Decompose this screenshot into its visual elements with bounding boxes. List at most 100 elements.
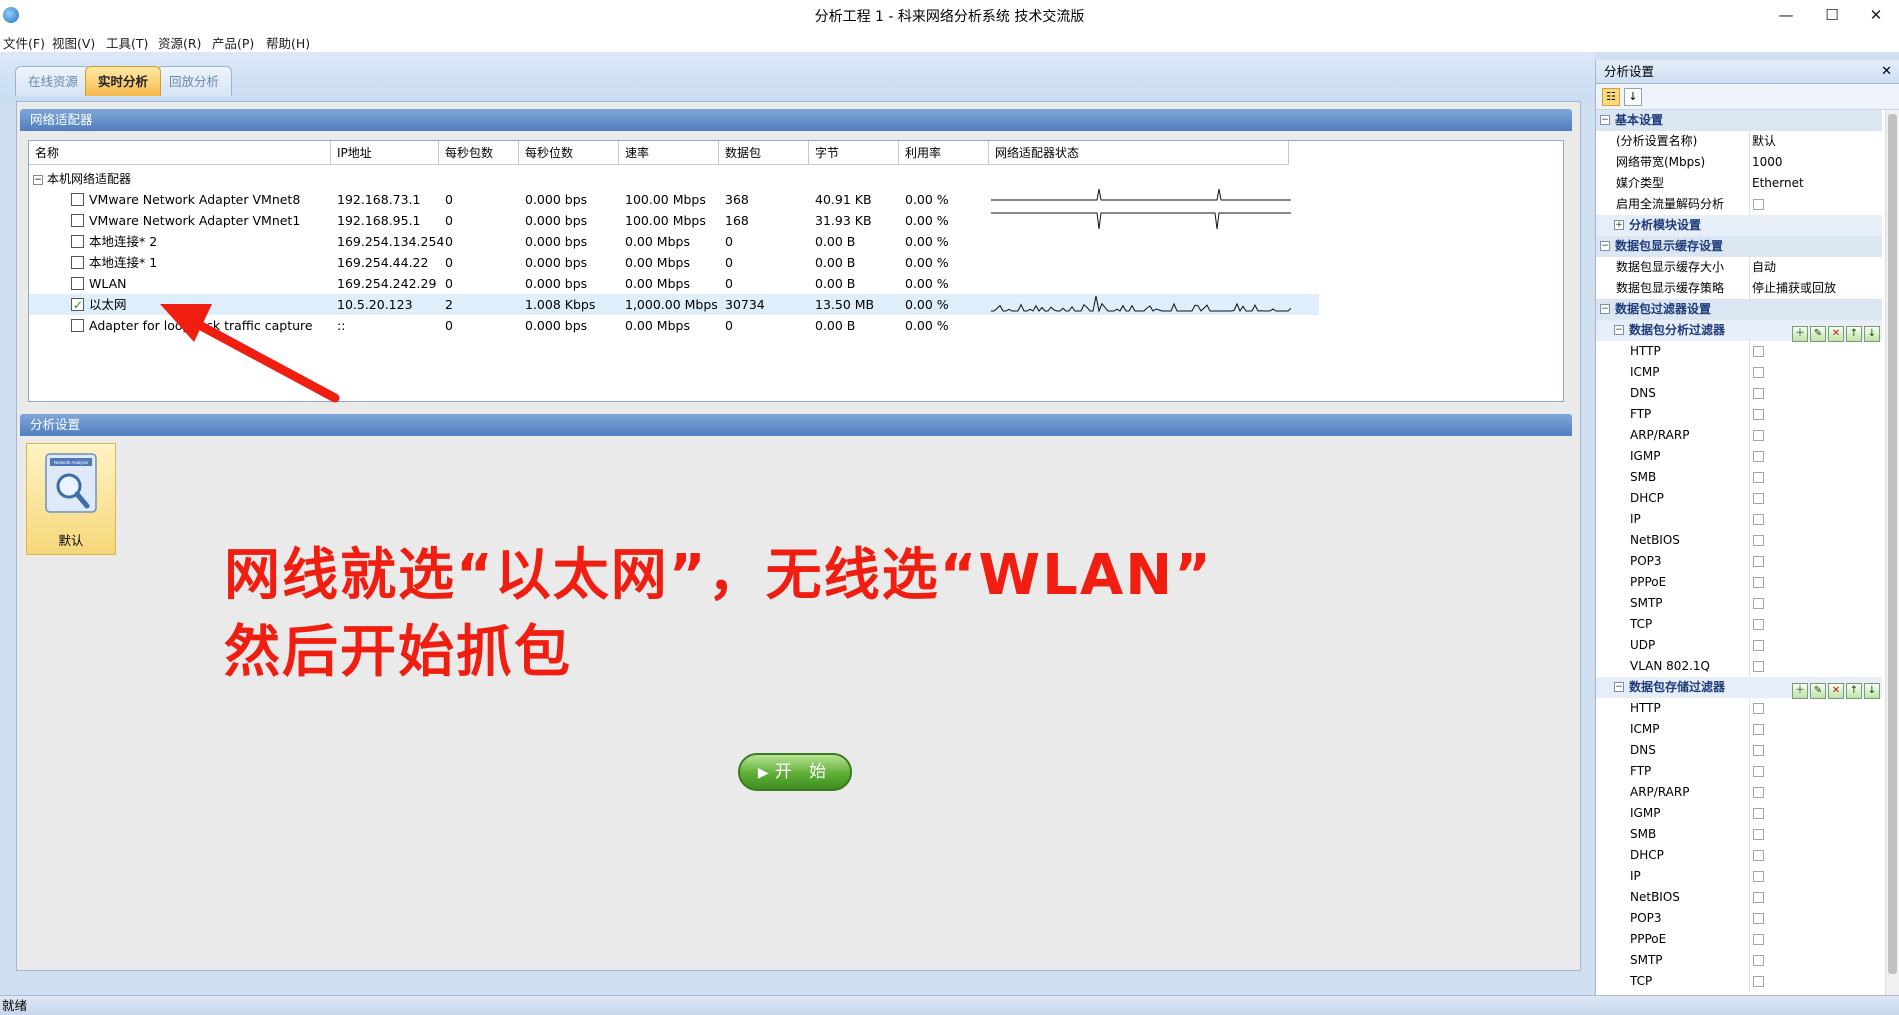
property-value[interactable]: 1000	[1752, 152, 1783, 173]
column-header-bps[interactable]: 每秒位数	[519, 141, 619, 165]
collapse-icon[interactable]: −	[1600, 241, 1610, 251]
edit-filter-icon[interactable]: ✎	[1810, 326, 1826, 342]
filter-row[interactable]: ICMP	[1596, 362, 1882, 383]
column-header-utilization[interactable]: 利用率	[899, 141, 989, 165]
side-panel-scrollbar[interactable]	[1885, 110, 1899, 995]
category-packet-filters[interactable]: − 数据包过滤器设置	[1596, 299, 1882, 320]
property-checkbox[interactable]	[1753, 514, 1764, 525]
filter-row[interactable]: IGMP	[1596, 803, 1882, 824]
property-checkbox[interactable]	[1753, 430, 1764, 441]
property-checkbox[interactable]	[1753, 451, 1764, 462]
adapter-row[interactable]: VMware Network Adapter VMnet1 192.168.95.…	[29, 210, 1319, 231]
tab-online-resources[interactable]: 在线资源	[15, 66, 92, 96]
collapse-icon[interactable]: −	[1600, 304, 1610, 314]
add-filter-icon[interactable]: ＋	[1792, 326, 1808, 342]
filter-row[interactable]: FTP	[1596, 404, 1882, 425]
property-row[interactable]: 媒介类型 Ethernet	[1596, 173, 1882, 194]
filter-row[interactable]: TCP	[1596, 614, 1882, 635]
property-checkbox[interactable]	[1753, 724, 1764, 735]
delete-filter-icon[interactable]: ✕	[1828, 326, 1844, 342]
expand-icon[interactable]: +	[1614, 220, 1624, 230]
menu-help[interactable]: 帮助(H)	[266, 33, 310, 52]
menu-tools[interactable]: 工具(T)	[106, 33, 148, 52]
side-panel-close-icon[interactable]: ✕	[1881, 60, 1892, 84]
property-checkbox[interactable]	[1753, 409, 1764, 420]
property-row[interactable]: 数据包显示缓存大小 自动	[1596, 257, 1882, 278]
property-checkbox[interactable]	[1753, 577, 1764, 588]
adapter-group[interactable]: − 本机网络适配器	[33, 169, 131, 189]
property-checkbox[interactable]	[1753, 808, 1764, 819]
profile-default[interactable]: Network Analysis 默认	[26, 443, 116, 555]
filter-row[interactable]: ARP/RARP	[1596, 782, 1882, 803]
export-filter-icon[interactable]: ↓	[1864, 326, 1880, 342]
adapter-checkbox[interactable]	[71, 319, 84, 332]
property-checkbox[interactable]	[1753, 556, 1764, 567]
filter-row[interactable]: IGMP	[1596, 446, 1882, 467]
filter-row[interactable]: ICMP	[1596, 719, 1882, 740]
category-packet-cache[interactable]: − 数据包显示缓存设置	[1596, 236, 1882, 257]
property-value[interactable]: 自动	[1752, 257, 1776, 278]
adapter-checkbox[interactable]	[71, 193, 84, 206]
filter-row[interactable]: DHCP	[1596, 488, 1882, 509]
filter-row[interactable]: HTTP	[1596, 698, 1882, 719]
filter-row[interactable]: DNS	[1596, 383, 1882, 404]
property-checkbox[interactable]	[1753, 388, 1764, 399]
filter-row[interactable]: SMTP	[1596, 593, 1882, 614]
property-row[interactable]: 网络带宽(Mbps) 1000	[1596, 152, 1882, 173]
property-checkbox[interactable]	[1753, 766, 1764, 777]
property-checkbox[interactable]	[1753, 850, 1764, 861]
menu-resources[interactable]: 资源(R)	[158, 33, 201, 52]
property-row[interactable]: 启用全流量解码分析	[1596, 194, 1882, 215]
filter-row[interactable]: IP	[1596, 866, 1882, 887]
adapter-row[interactable]: Adapter for loopback traffic capture:: 0 0…	[29, 315, 1319, 336]
property-checkbox[interactable]	[1753, 535, 1764, 546]
filter-row[interactable]: SMTP	[1596, 950, 1882, 971]
add-filter-icon[interactable]: ＋	[1792, 683, 1808, 699]
minimize-button[interactable]: —	[1763, 0, 1809, 30]
column-header-rate[interactable]: 速率	[619, 141, 719, 165]
delete-filter-icon[interactable]: ✕	[1828, 683, 1844, 699]
adapter-row[interactable]: 本地连接* 1 169.254.44.22 0 0.000 bps 0.00 Mbps 0…	[29, 252, 1319, 273]
adapter-row[interactable]: VMware Network Adapter VMnet8 192.168.73.…	[29, 189, 1319, 210]
import-filter-icon[interactable]: ↑	[1846, 683, 1862, 699]
property-value[interactable]: 默认	[1752, 131, 1776, 152]
maximize-button[interactable]: ☐	[1809, 0, 1855, 30]
adapter-row[interactable]: WLAN 169.254.242.29 0 0.000 bps 0.00 Mbps 0 0.…	[29, 273, 1319, 294]
property-row[interactable]: 数据包显示缓存策略 停止捕获或回放	[1596, 278, 1882, 299]
category-storage-filter[interactable]: − 数据包存储过滤器 ＋ ✎ ✕ ↑ ↓	[1596, 677, 1882, 699]
category-analysis-filter[interactable]: − 数据包分析过滤器 ＋ ✎ ✕ ↑ ↓	[1596, 320, 1882, 342]
property-checkbox[interactable]	[1753, 199, 1764, 210]
property-checkbox[interactable]	[1753, 955, 1764, 966]
property-checkbox[interactable]	[1753, 829, 1764, 840]
filter-row[interactable]: NetBIOS	[1596, 530, 1882, 551]
property-checkbox[interactable]	[1753, 346, 1764, 357]
property-checkbox[interactable]	[1753, 871, 1764, 882]
edit-filter-icon[interactable]: ✎	[1810, 683, 1826, 699]
property-checkbox[interactable]	[1753, 892, 1764, 903]
property-checkbox[interactable]	[1753, 598, 1764, 609]
sort-alphabetical-icon[interactable]: ↓	[1624, 88, 1642, 106]
property-checkbox[interactable]	[1753, 934, 1764, 945]
tab-playback-analysis[interactable]: 回放分析	[156, 66, 233, 96]
adapter-checkbox[interactable]	[71, 256, 84, 269]
category-basic[interactable]: − 基本设置	[1596, 110, 1882, 131]
collapse-icon[interactable]: −	[33, 174, 43, 185]
property-checkbox[interactable]	[1753, 661, 1764, 672]
column-header-pps[interactable]: 每秒包数	[439, 141, 519, 165]
column-header-packets[interactable]: 数据包	[719, 141, 809, 165]
filter-row[interactable]: FTP	[1596, 761, 1882, 782]
categorized-view-icon[interactable]: ☷	[1602, 88, 1620, 106]
property-checkbox[interactable]	[1753, 472, 1764, 483]
filter-row[interactable]: SMB	[1596, 467, 1882, 488]
filter-row[interactable]: HTTP	[1596, 341, 1882, 362]
property-checkbox[interactable]	[1753, 367, 1764, 378]
filter-row[interactable]: SMB	[1596, 824, 1882, 845]
filter-row[interactable]: UDP	[1596, 635, 1882, 656]
column-header-bytes[interactable]: 字节	[809, 141, 899, 165]
column-header-status[interactable]: 网络适配器状态	[989, 141, 1289, 165]
close-button[interactable]: ✕	[1853, 0, 1899, 30]
property-checkbox[interactable]	[1753, 787, 1764, 798]
property-checkbox[interactable]	[1753, 745, 1764, 756]
import-filter-icon[interactable]: ↑	[1846, 326, 1862, 342]
adapter-row[interactable]: 本地连接* 2 169.254.134.254 0 0.000 bps 0.00 Mbp…	[29, 231, 1319, 252]
